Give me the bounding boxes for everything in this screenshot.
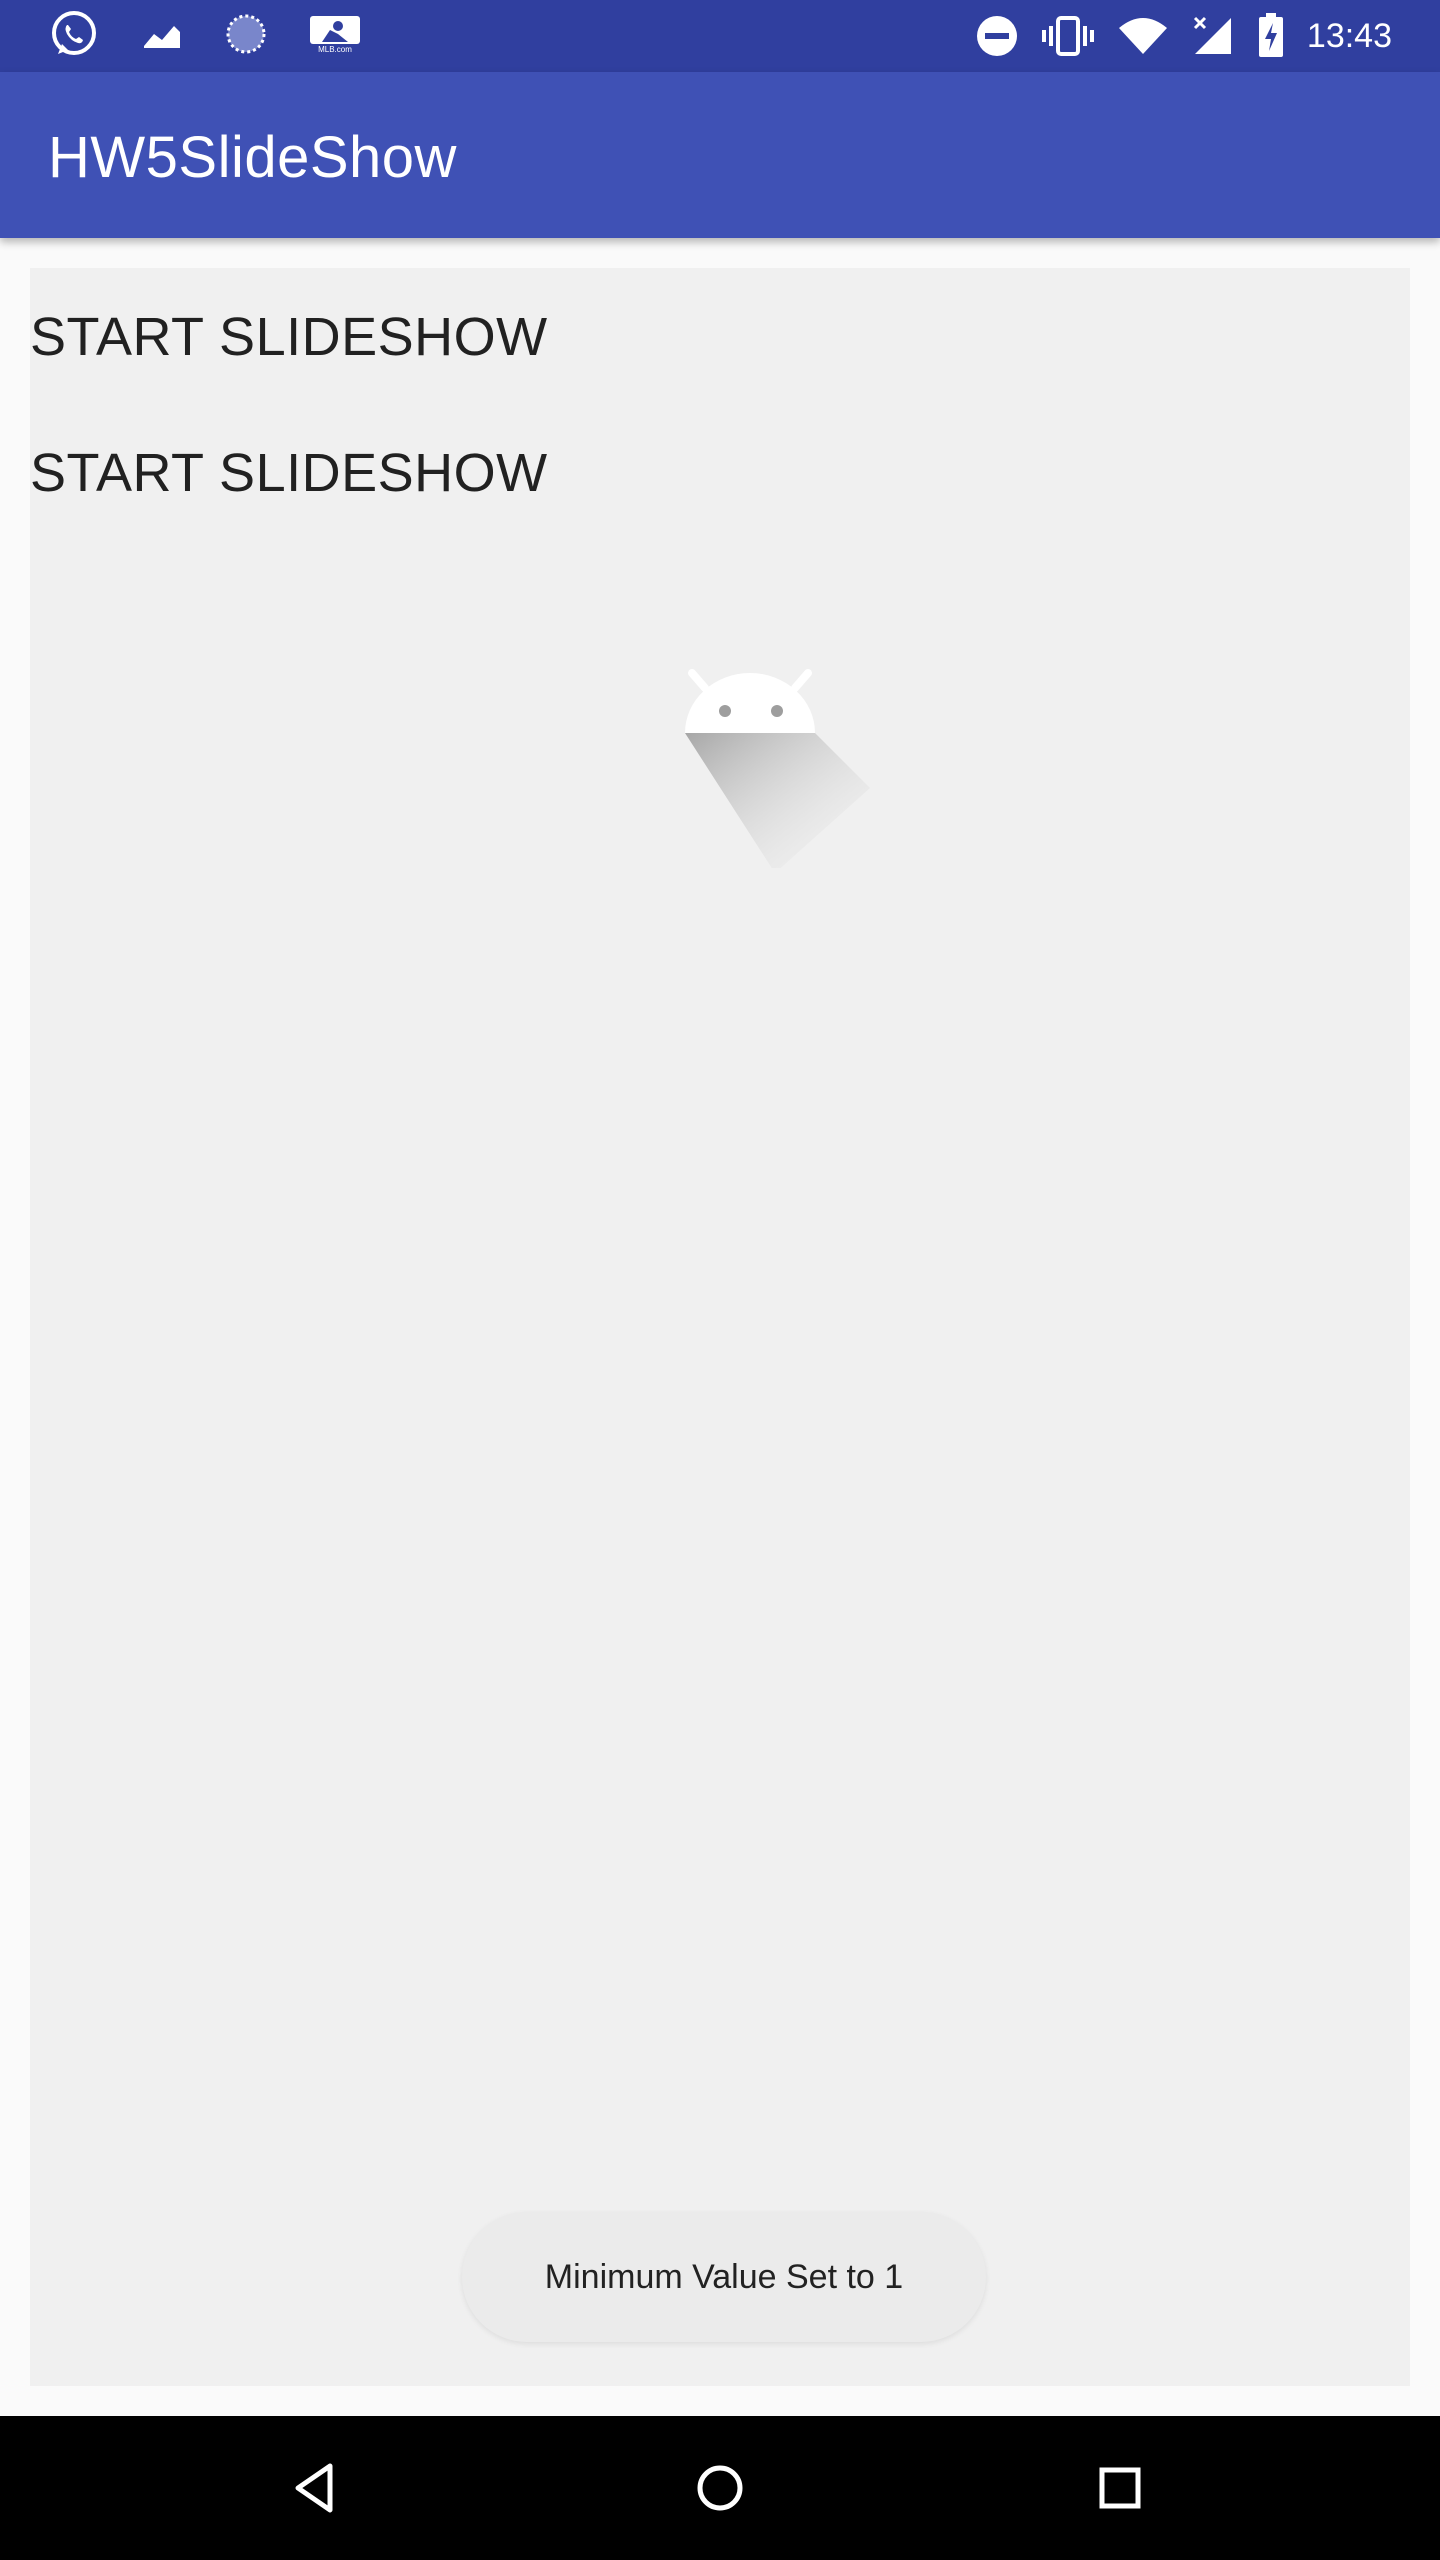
do-not-disturb-icon	[975, 14, 1019, 58]
navigation-bar	[0, 2416, 1440, 2560]
status-right-icons: 13:43	[953, 10, 1392, 62]
signal-no-data-icon	[1191, 14, 1235, 58]
start-slideshow-button-1[interactable]: START SLIDESHOW	[30, 306, 548, 368]
recents-button[interactable]	[1088, 2456, 1152, 2520]
home-button[interactable]	[688, 2456, 752, 2520]
android-placeholder-icon	[685, 669, 870, 873]
whatsapp-icon	[48, 8, 100, 65]
mlb-icon: MLB.com	[308, 14, 362, 59]
main-content: START SLIDESHOW START SLIDESHOW Minimum …	[30, 268, 1410, 2386]
wifi-icon	[1117, 16, 1169, 56]
slide-image	[650, 648, 870, 873]
toast: Minimum Value Set to 1	[462, 2212, 986, 2342]
vibrate-icon	[1041, 14, 1095, 58]
app-title: HW5SlideShow	[48, 125, 457, 190]
status-time: 13:43	[1306, 16, 1392, 55]
mlb-text: MLB.com	[318, 45, 352, 54]
battery-charging-icon	[1257, 13, 1285, 59]
recents-icon	[1099, 2467, 1141, 2509]
start-slideshow-button-2[interactable]: START SLIDESHOW	[30, 442, 548, 504]
screen: MLB.com 13:43 HW5SlideShow START SLIDESH…	[0, 0, 1440, 2560]
toast-message: Minimum Value Set to 1	[544, 2257, 904, 2296]
home-icon	[697, 2465, 743, 2511]
app-bar: HW5SlideShow	[0, 72, 1440, 238]
circle-loading-icon	[224, 12, 268, 61]
back-icon	[295, 2463, 333, 2513]
back-button[interactable]	[284, 2456, 348, 2520]
status-bar: MLB.com 13:43	[0, 0, 1440, 72]
chart-icon	[140, 14, 184, 59]
status-left-icons: MLB.com	[48, 10, 402, 62]
